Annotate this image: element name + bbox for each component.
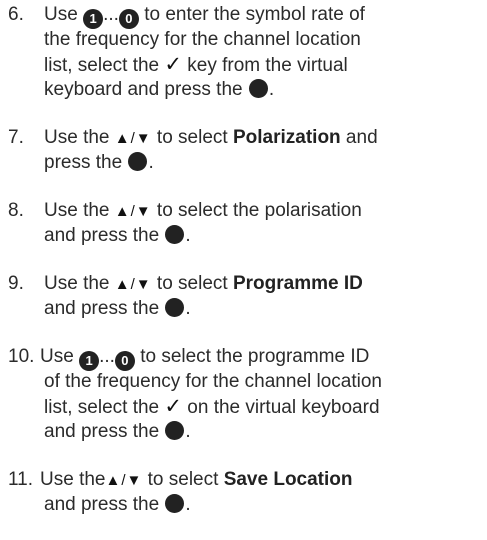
step-text: and press the — [44, 494, 165, 515]
step-text: Use the — [44, 273, 115, 294]
step-number: 7. — [8, 127, 24, 148]
ok-button-icon — [248, 79, 268, 98]
step-text: of the frequency for the channel locatio… — [44, 371, 383, 392]
step-line: list, select the ✓ on the virtual keyboa… — [44, 394, 483, 419]
ok-button-icon — [165, 494, 185, 513]
step-line: Use the▲/▼ to select Save Location — [40, 467, 483, 492]
step-text: Use the — [44, 127, 115, 148]
up-down-arrow-icon: ▲/▼ — [105, 472, 143, 489]
step-text: . — [185, 494, 191, 515]
menu-item-name: Save Location — [223, 469, 353, 490]
step-text: . — [185, 421, 191, 442]
step-line: Use 1... 0 to enter the symbol rate of — [44, 2, 483, 29]
ok-button-icon — [165, 421, 185, 440]
step-text: press the — [44, 152, 128, 173]
checkmark-icon: ✓ — [164, 53, 182, 76]
step-6: 6. Use 1... 0 to enter the symbol rate of t… — [8, 2, 483, 102]
up-down-arrow-icon: ▲/▼ — [114, 276, 152, 293]
step-text: and press the — [44, 421, 165, 442]
step-text: ... — [103, 4, 119, 25]
up-down-arrow-icon: ▲/▼ — [114, 203, 152, 220]
up-down-arrow-icon: ▲/▼ — [114, 130, 152, 147]
numeric-key-icon: 0 — [118, 9, 139, 29]
step-line: list, select the ✓ key from the virtual — [44, 52, 483, 77]
step-line: the frequency for the channel location — [44, 27, 483, 52]
step-text: . — [268, 79, 275, 100]
step-number: 8. — [8, 200, 24, 221]
step-line: and press the . — [44, 492, 483, 517]
step-text: and — [340, 127, 378, 148]
step-text: Use the — [40, 469, 106, 490]
step-line: and press the . — [44, 223, 483, 248]
step-text: key from the virtual — [182, 55, 348, 76]
menu-item-name: Polarization — [232, 127, 341, 148]
step-line: of the frequency for the channel locatio… — [44, 369, 483, 394]
step-text: to select the polarisation — [151, 200, 362, 221]
step-text: and press the — [44, 298, 165, 319]
step-number: 6. — [8, 4, 24, 25]
step-text: to select the programme ID — [134, 346, 370, 367]
numeric-key-icon: 1 — [79, 351, 100, 371]
step-9: 9. Use the ▲/▼ to select Programme ID and … — [8, 271, 483, 321]
step-text: . — [185, 298, 191, 319]
step-line: and press the . — [44, 419, 483, 444]
step-line: Use the ▲/▼ to select Polarization and — [44, 125, 483, 150]
step-line: press the . — [44, 150, 483, 175]
step-line: Use the ▲/▼ to select the polarisation — [44, 198, 483, 223]
step-text: ... — [99, 346, 115, 367]
step-number: 9. — [8, 273, 24, 294]
ok-button-icon — [165, 298, 185, 317]
step-number: 11. — [8, 469, 34, 490]
step-text: on the virtual keyboard — [182, 397, 380, 418]
menu-item-name: Programme ID — [232, 273, 363, 294]
step-line: Use the ▲/▼ to select Programme ID — [44, 271, 483, 296]
step-text: to select — [151, 127, 233, 148]
step-8: 8. Use the ▲/▼ to select the polarisation… — [8, 198, 483, 248]
step-number: 10. — [8, 346, 35, 367]
ok-button-icon — [128, 152, 148, 171]
step-text: Use — [40, 346, 80, 367]
ok-button-icon — [165, 225, 185, 244]
step-text: Use — [44, 4, 84, 25]
step-text: the frequency for the channel location — [44, 29, 361, 50]
step-line: keyboard and press the . — [44, 77, 483, 102]
step-7: 7. Use the ▲/▼ to select Polarization and… — [8, 125, 483, 175]
step-text: list, select the — [44, 55, 165, 76]
step-text: to select — [151, 273, 233, 294]
checkmark-icon: ✓ — [164, 395, 182, 418]
step-text: to enter the symbol rate of — [138, 4, 365, 25]
step-line: and press the . — [44, 296, 483, 321]
step-text: and press the — [44, 225, 165, 246]
step-text: keyboard and press the — [44, 79, 248, 100]
numeric-key-icon: 1 — [83, 9, 104, 29]
step-text: . — [185, 225, 191, 246]
step-10: 10. Use 1... 0 to select the programme ID o… — [8, 344, 483, 444]
step-text: to select — [142, 469, 224, 490]
step-text: Use the — [44, 200, 115, 221]
instruction-page: 6. Use 1... 0 to enter the symbol rate of t… — [0, 0, 487, 540]
step-text: . — [148, 152, 154, 173]
step-text: list, select the — [44, 397, 165, 418]
step-line: Use 1... 0 to select the programme ID — [40, 344, 483, 371]
numeric-key-icon: 0 — [114, 351, 135, 371]
step-11: 11. Use the▲/▼ to select Save Location and… — [8, 467, 483, 517]
